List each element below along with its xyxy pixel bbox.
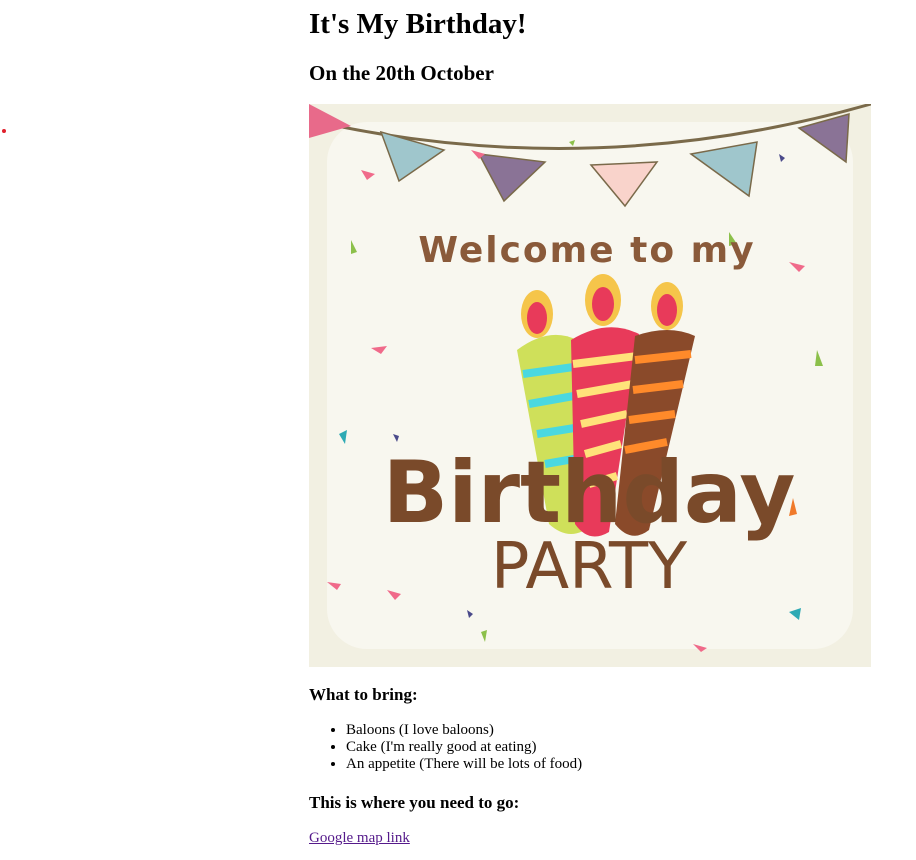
poster-birthday-text: Birthday [383, 443, 796, 543]
birthday-poster-image: Welcome to my Birthday PARTY [309, 104, 871, 667]
poster-welcome-text: Welcome to my [418, 230, 755, 271]
stray-dot [2, 129, 6, 133]
google-map-link[interactable]: Google map link [309, 829, 410, 847]
what-to-bring-heading: What to bring: [309, 685, 418, 704]
bring-list: Baloons (I love baloons) Cake (I'm reall… [309, 722, 582, 773]
location-heading: This is where you need to go: [309, 793, 520, 812]
list-item: An appetite (There will be lots of food) [346, 756, 582, 773]
list-item: Baloons (I love baloons) [346, 722, 582, 739]
page-title: It's My Birthday! [309, 8, 527, 40]
page-subtitle: On the 20th October [309, 61, 494, 85]
poster-party-text: PARTY [491, 530, 688, 604]
list-item: Cake (I'm really good at eating) [346, 739, 582, 756]
poster-graphic: Welcome to my Birthday PARTY [309, 104, 871, 652]
